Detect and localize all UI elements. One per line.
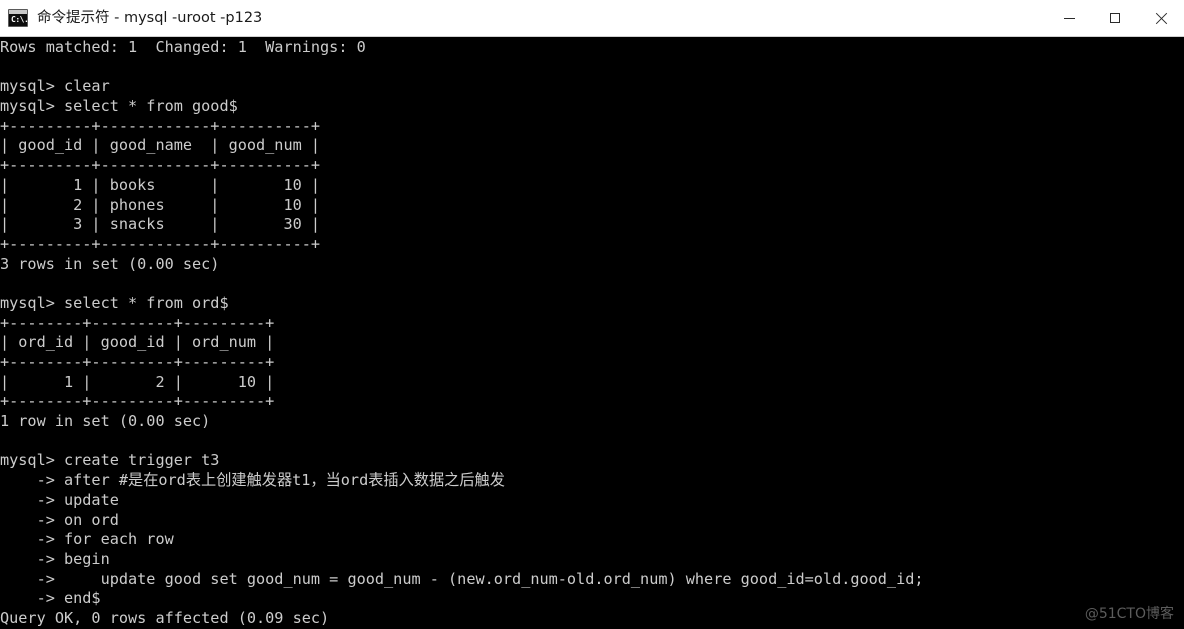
terminal-line: Rows matched: 1 Changed: 1 Warnings: 0 [0, 38, 366, 56]
watermark: @51CTO博客 [1084, 606, 1174, 622]
terminal-line: -> on ord [0, 510, 119, 529]
cmd-icon-glyph: C:\. [11, 15, 29, 24]
close-button[interactable] [1138, 0, 1184, 36]
terminal-line: +--------+---------+---------+ [0, 353, 275, 371]
terminal-line: -> begin [0, 549, 110, 568]
terminal-line: mysql> select * from ord$ [0, 293, 229, 312]
terminal-line: Query OK, 0 rows affected (0.09 sec) [0, 608, 330, 627]
terminal-output-area[interactable]: Rows matched: 1 Changed: 1 Warnings: 0 m… [0, 37, 1184, 629]
window-controls [1046, 0, 1184, 36]
terminal-text: Rows matched: 1 Changed: 1 Warnings: 0 m… [0, 37, 1184, 629]
maximize-button[interactable] [1092, 0, 1138, 36]
terminal-line: | 3 | snacks | 30 | [0, 215, 321, 234]
maximize-icon [1110, 13, 1120, 23]
terminal-line: | ord_id | good_id | ord_num | [0, 333, 275, 352]
title-bar[interactable]: C:\. 命令提示符 - mysql -uroot -p123 [0, 0, 1184, 37]
terminal-line: +---------+------------+----------+ [0, 156, 321, 175]
minimize-icon [1063, 17, 1075, 19]
window-title: 命令提示符 - mysql -uroot -p123 [37, 9, 263, 26]
terminal-line: mysql> select * from good$ [0, 97, 238, 116]
terminal-line: -> end$ [0, 589, 101, 608]
minimize-button[interactable] [1046, 0, 1092, 36]
terminal-line: -> after #是在ord表上创建触发器t1，当ord表插入数据之后触发 [0, 471, 505, 490]
terminal-line: | 2 | phones | 10 | [0, 195, 321, 214]
cmd-icon: C:\. [8, 9, 29, 27]
terminal-line: +--------+---------+---------+ [0, 313, 275, 332]
cmd-window: C:\. 命令提示符 - mysql -uroot -p123 Rows mat… [0, 0, 1184, 629]
terminal-line: -> update [0, 490, 119, 509]
terminal-line: | 1 | books | 10 | [0, 175, 321, 194]
terminal-line: | 1 | 2 | 10 | [0, 372, 275, 391]
terminal-line: | good_id | good_name | good_num | [0, 136, 321, 155]
terminal-line: 3 rows in set (0.00 sec) [0, 254, 220, 273]
terminal-line: -> for each row [0, 530, 174, 549]
close-icon [1155, 12, 1168, 25]
terminal-line: -> update good set good_num = good_num -… [0, 569, 924, 588]
terminal-line: +--------+---------+---------+ [0, 392, 275, 411]
terminal-line: mysql> clear [0, 77, 110, 96]
terminal-line: +---------+------------+----------+ [0, 116, 321, 135]
terminal-line: +---------+------------+----------+ [0, 234, 321, 253]
terminal-line: 1 row in set (0.00 sec) [0, 412, 211, 431]
terminal-line: mysql> create trigger t3 [0, 451, 220, 470]
title-bar-left: C:\. 命令提示符 - mysql -uroot -p123 [0, 0, 1046, 36]
